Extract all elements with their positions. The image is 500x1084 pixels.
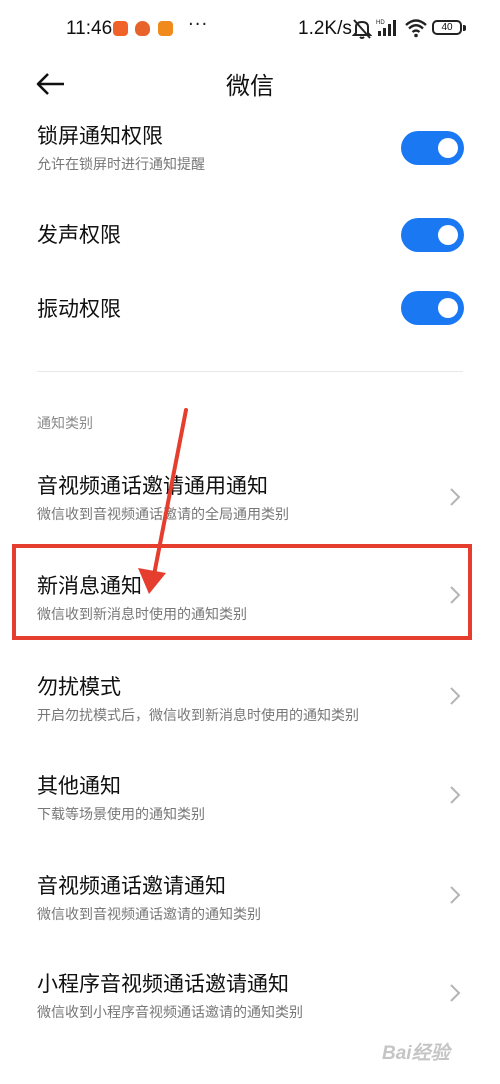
toggle-title: 振动权限: [37, 297, 121, 321]
mi-app-icon: [158, 21, 173, 36]
net-speed: 1.2K/s: [298, 18, 352, 39]
toggle-subtitle: 允许在锁屏时进行通知提醒: [37, 157, 205, 173]
category-row-dnd[interactable]: 勿扰模式 开启勿扰模式后，微信收到新消息时使用的通知类别: [0, 671, 500, 761]
category-subtitle: 微信收到音视频通话邀请的全局通用类别: [37, 507, 289, 523]
baidu-jingyan-watermark: Bai经验: [382, 1030, 492, 1080]
toggle-row-vibration[interactable]: 振动权限: [0, 285, 500, 335]
chevron-right-icon: [450, 984, 461, 1002]
svg-text:HD: HD: [376, 20, 385, 26]
category-subtitle: 开启勿扰模式后，微信收到新消息时使用的通知类别: [37, 708, 359, 724]
switch-knob: [438, 225, 458, 245]
video-app-icon: [113, 21, 128, 36]
lockscreen-toggle-switch[interactable]: [401, 131, 464, 165]
taobao-icon: [135, 21, 150, 36]
battery-level: 40: [441, 22, 453, 33]
chevron-right-icon: [450, 886, 461, 904]
category-title: 小程序音视频通话邀请通知: [37, 972, 289, 996]
sound-toggle-switch[interactable]: [401, 218, 464, 252]
screen: 11:46 ··· 1.2K/s HD 40 微信 锁屏通知权限 允许在锁屏时进…: [0, 0, 500, 1084]
mute-icon: [352, 19, 372, 39]
category-title: 音视频通话邀请通知: [37, 874, 226, 898]
toggle-title: 发声权限: [37, 223, 121, 247]
switch-knob: [438, 138, 458, 158]
vibration-toggle-switch[interactable]: [401, 291, 464, 325]
status-time: 11:46: [66, 18, 113, 39]
chevron-right-icon: [450, 786, 461, 804]
toggle-title: 锁屏通知权限: [37, 124, 163, 148]
toggle-row-sound[interactable]: 发声权限: [0, 210, 500, 260]
category-row-call-invite[interactable]: 音视频通话邀请通知 微信收到音视频通话邀请的通知类别: [0, 870, 500, 960]
chevron-right-icon: [450, 488, 461, 506]
status-bar: 11:46 ··· 1.2K/s HD 40: [0, 0, 500, 60]
annotation-highlight-box: [12, 544, 472, 640]
more-notifications-icon: ···: [188, 14, 209, 35]
category-title: 音视频通话邀请通用通知: [37, 474, 268, 498]
category-subtitle: 微信收到小程序音视频通话邀请的通知类别: [37, 1005, 303, 1021]
chevron-right-icon: [450, 687, 461, 705]
toggle-row-lockscreen[interactable]: 锁屏通知权限 允许在锁屏时进行通知提醒: [0, 112, 500, 182]
battery-icon: 40: [432, 20, 462, 35]
divider: [37, 371, 463, 372]
category-title: 其他通知: [37, 774, 121, 798]
wifi-icon: [405, 19, 427, 38]
category-subtitle: 微信收到音视频通话邀请的通知类别: [37, 907, 261, 923]
watermark-text: Bai经验: [382, 1043, 450, 1064]
category-subtitle: 下载等场景使用的通知类别: [37, 807, 205, 823]
category-row-other[interactable]: 其他通知 下载等场景使用的通知类别: [0, 770, 500, 860]
battery-tip: [463, 25, 466, 31]
category-title: 勿扰模式: [37, 675, 121, 699]
page-title: 微信: [226, 72, 274, 100]
section-header: 通知类别: [37, 416, 93, 432]
hd-signal-icon: HD: [376, 20, 396, 36]
switch-knob: [438, 298, 458, 318]
